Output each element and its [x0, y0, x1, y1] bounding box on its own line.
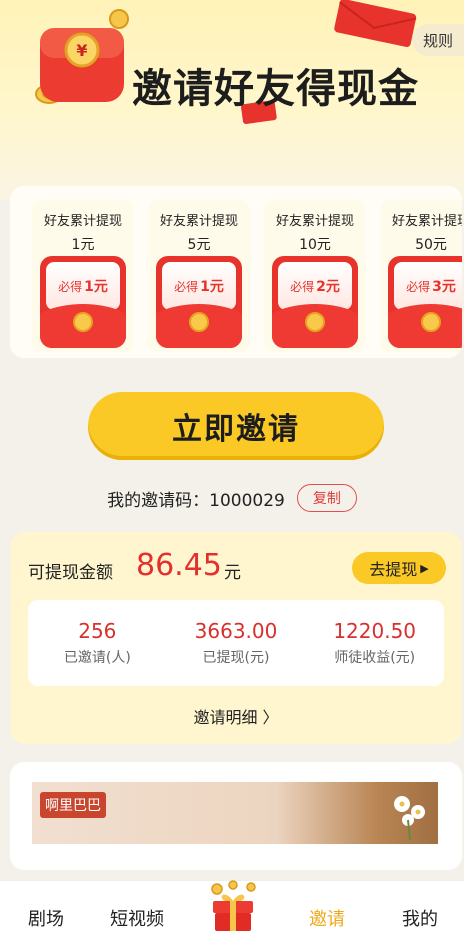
reward-tier-card: 好友累计提现 5元 必得 1元 [148, 200, 250, 352]
reward-value: 2元 [316, 279, 340, 295]
nav-item-invite[interactable]: 邀请 [309, 905, 345, 931]
coin-icon [73, 312, 93, 332]
reward-tiers-panel: 好友累计提现 1元 必得 1元 好友累计提现 5元 必得 1元 好友累计提现 10元… [10, 186, 462, 358]
red-envelope-decoration [334, 0, 417, 48]
stat-value: 3663.00 [194, 619, 278, 643]
reward-label: 必得 1元 [46, 262, 120, 310]
reward-condition: 好友累计提现 [391, 214, 462, 229]
reward-prefix: 必得 [406, 279, 431, 294]
rules-button[interactable]: 规则 [412, 24, 464, 56]
nav-item-theater[interactable]: 剧场 [28, 905, 64, 931]
coin-icon [421, 312, 441, 332]
reward-prefix: 必得 [174, 279, 199, 294]
invite-details-link[interactable]: 邀请明细 〉 [10, 704, 462, 728]
reward-tiers-list[interactable]: 好友累计提现 1元 必得 1元 好友累计提现 5元 必得 1元 好友累计提现 10元… [32, 200, 462, 352]
copy-code-button[interactable]: 复制 [296, 484, 357, 512]
red-envelope-icon: 必得 1元 [156, 256, 242, 348]
reward-label: 必得 1元 [162, 262, 236, 310]
red-envelope-icon: 必得 1元 [40, 256, 126, 348]
reward-value: 1元 [200, 279, 224, 295]
caret-right-icon: ▶ [420, 561, 429, 575]
reward-tier-card: 好友累计提现 10元 必得 2元 [264, 200, 366, 352]
hero-banner: ¥ 规则 邀请好友得现金 [0, 0, 464, 200]
withdrawable-amount: 86.45 [136, 548, 222, 583]
reward-threshold: 5元 [187, 237, 211, 253]
amount-unit: 元 [224, 563, 241, 583]
coin-icon [305, 312, 325, 332]
reward-threshold: 1元 [71, 237, 95, 253]
reward-condition: 好友累计提现 [43, 214, 122, 229]
stat-withdrawn: 3663.00 已提现(元) [167, 600, 306, 686]
ad-banner-image[interactable]: 啊里巴巴 [32, 782, 438, 844]
withdrawable-label: 可提现金额 [28, 563, 113, 583]
reward-condition: 好友累计提现 [159, 214, 238, 229]
stat-mentor-earnings: 1220.50 师徒收益(元) [305, 600, 444, 686]
gift-icon[interactable] [205, 877, 261, 933]
red-envelope-icon: 必得 2元 [272, 256, 358, 348]
ad-banner-card: 啊里巴巴 [10, 762, 462, 870]
svg-text:¥: ¥ [76, 41, 87, 60]
reward-prefix: 必得 [290, 279, 315, 294]
reward-label: 必得 2元 [278, 262, 352, 310]
reward-threshold: 50元 [415, 237, 447, 253]
stat-label: 师徒收益(元) [334, 650, 416, 666]
invite-code-label: 我的邀请码：1000029 [107, 486, 285, 511]
bottom-nav: 剧场 短视频 邀请 我的 [0, 880, 464, 951]
invite-now-button[interactable]: 立即邀请 [88, 392, 384, 460]
reward-label: 必得 3元 [394, 262, 462, 310]
earnings-card: 可提现金额 86.45 元 去提现 ▶ 256 已邀请(人) 3663.00 已提… [10, 532, 462, 744]
reward-prefix: 必得 [58, 279, 83, 294]
stat-label: 已邀请(人) [63, 650, 131, 666]
stat-label: 已提现(元) [202, 650, 270, 666]
stat-value: 1220.50 [333, 619, 417, 643]
page-title: 邀请好友得现金 [132, 66, 419, 112]
stat-invited: 256 已邀请(人) [28, 600, 167, 686]
reward-threshold: 10元 [299, 237, 331, 253]
nav-item-short-video[interactable]: 短视频 [110, 905, 164, 931]
flower-decoration [394, 796, 425, 840]
red-envelope-icon: 必得 3元 [388, 256, 462, 348]
invite-code-row: 我的邀请码：1000029 复制 [0, 484, 464, 512]
withdraw-button-label: 去提现 [369, 560, 418, 579]
withdraw-button[interactable]: 去提现 ▶ [352, 552, 446, 584]
coin-icon [189, 312, 209, 332]
invite-code-label-text: 我的邀请码： [107, 490, 210, 511]
stat-value: 256 [78, 619, 117, 643]
reward-tier-card: 好友累计提现 50元 必得3元 [380, 200, 462, 352]
reward-condition: 好友累计提现 [275, 214, 354, 229]
banner-brand-tag: 啊里巴巴 [40, 792, 106, 818]
reward-value: 1元 [84, 279, 108, 295]
invite-code-value: 1000029 [209, 490, 285, 511]
stats-summary: 256 已邀请(人) 3663.00 已提现(元) 1220.50 师徒收益(元… [28, 600, 444, 686]
reward-value: 3元 [432, 279, 456, 295]
nav-item-mine[interactable]: 我的 [402, 905, 438, 931]
reward-tier-card: 好友累计提现 1元 必得 1元 [32, 200, 134, 352]
red-packet-bag-icon: ¥ [40, 28, 124, 102]
